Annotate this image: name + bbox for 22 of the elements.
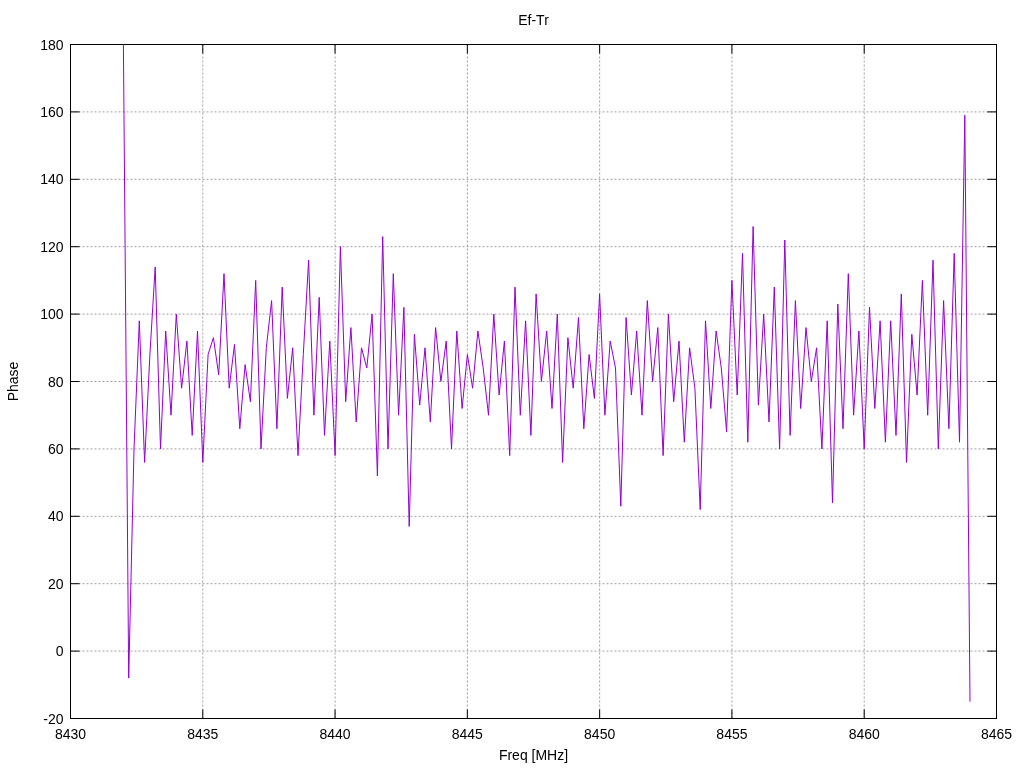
tick-label: 60 [47, 440, 64, 457]
axis-label: Phase [5, 361, 21, 402]
tick-label: 40 [47, 508, 64, 525]
tick-label: 120 [40, 238, 64, 255]
tick-label: 80 [47, 373, 64, 390]
tick-label: 180 [40, 36, 64, 53]
tick-label: 8460 [848, 725, 880, 742]
tick-label: 100 [40, 306, 64, 323]
tick-label: 8430 [54, 725, 87, 742]
tick-label: 8440 [319, 725, 351, 742]
tick-label: 140 [40, 171, 64, 188]
axis-label: Freq [MHz] [498, 747, 569, 763]
tick-label: 8445 [451, 725, 483, 742]
tick-label: 0 [55, 643, 64, 660]
tick-label: 8435 [187, 725, 219, 742]
tick-label: 8455 [716, 725, 748, 742]
tick-label: -20 [43, 710, 64, 727]
tick-label: 20 [47, 575, 64, 592]
chart-title: Ef-Tr [518, 12, 549, 28]
tick-label: 8465 [980, 725, 1013, 742]
tick-label: 160 [40, 103, 64, 120]
tick-label: 8450 [584, 725, 616, 742]
